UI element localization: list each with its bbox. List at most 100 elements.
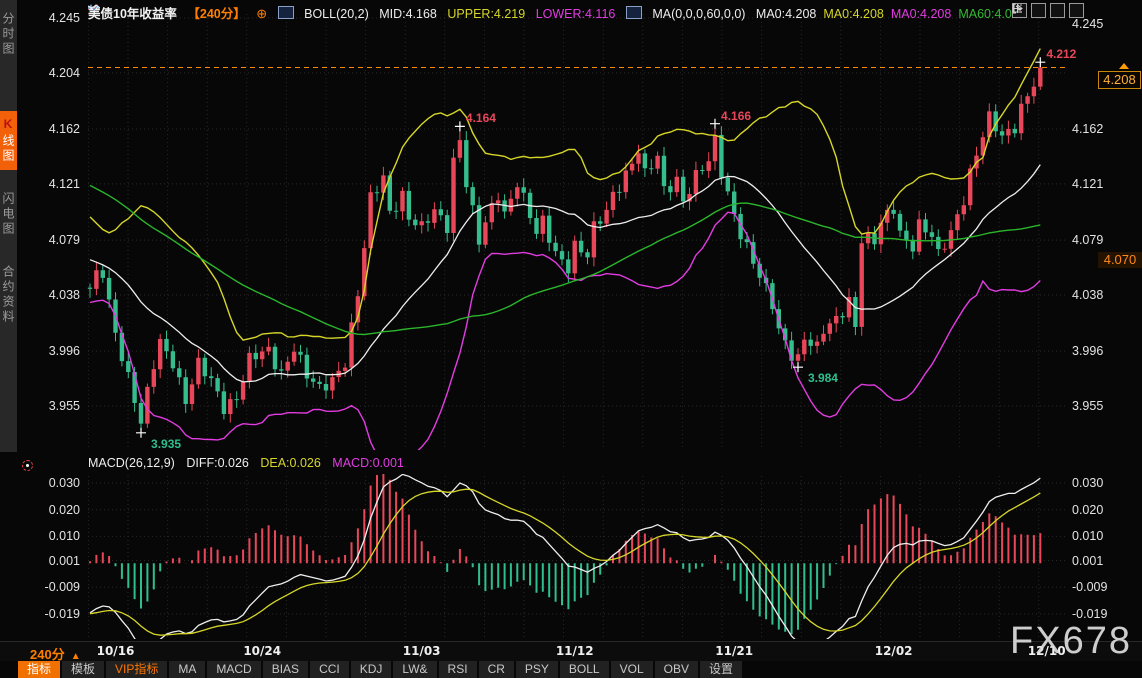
- swing-point-crosses: [136, 57, 1045, 438]
- macd-settings-icon[interactable]: [22, 460, 33, 471]
- price-axis-left-label-2: 4.162: [28, 122, 80, 136]
- swing-label-3.984: 3.984: [808, 371, 838, 385]
- price-axis-right-label-1: 4.162: [1072, 122, 1134, 136]
- scale-price-axis-icon[interactable]: [1031, 3, 1046, 18]
- macd-axis-left-label-1: 0.020: [28, 503, 80, 517]
- macd-label-row: MACD(26,12,9) DIFF:0.026 DEA:0.026 MACD:…: [88, 456, 412, 470]
- toolbar-item-CCI[interactable]: CCI: [310, 661, 349, 678]
- date-label-5: 12/02: [875, 644, 913, 658]
- macd-name: MACD(26,12,9): [88, 456, 175, 470]
- time-axis: 240分▲ 10/1610/2411/0311/1211/2112/0212/1…: [0, 641, 1142, 661]
- toolbar-item-LW&[interactable]: LW&: [393, 661, 436, 678]
- macd-pane: [90, 469, 1040, 650]
- date-label-0: 10/16: [97, 644, 135, 658]
- toolbar-item-MA[interactable]: MA: [169, 661, 205, 678]
- macd-axis-left-label-2: 0.010: [28, 529, 80, 543]
- instrument-title: 美债10年收益率: [88, 7, 177, 21]
- macd-macd-value: MACD:0.001: [332, 456, 404, 470]
- scale-time-axis-icon[interactable]: [1050, 3, 1065, 18]
- macd-axis-right-label-1: 0.020: [1072, 503, 1134, 517]
- boll-name: BOLL(20,2): [304, 7, 369, 21]
- macd-diff-value: DIFF:0.026: [186, 456, 249, 470]
- macd-histogram: [90, 469, 1040, 634]
- price-up-arrow-icon: [1119, 63, 1129, 69]
- macd-axis-right-label-4: -0.009: [1072, 580, 1134, 594]
- chart-canvas[interactable]: [0, 0, 1142, 678]
- toolbar-item-CR[interactable]: CR: [479, 661, 514, 678]
- swing-label-3.935: 3.935: [151, 437, 181, 451]
- toolbar-item-OBV[interactable]: OBV: [655, 661, 698, 678]
- price-axis-right-label-4: 4.038: [1072, 288, 1134, 302]
- swing-label-4.164: 4.164: [466, 111, 496, 125]
- left-tab-strip: 分时图 K线图闪电图合约资料: [0, 0, 17, 452]
- toolbar-item-BIAS[interactable]: BIAS: [263, 661, 308, 678]
- last-price-badge: 4.208: [1098, 71, 1141, 89]
- date-label-3: 11/12: [556, 644, 594, 658]
- macd-axis-right-label-3: 0.001: [1072, 554, 1134, 568]
- date-label-1: 10/24: [243, 644, 281, 658]
- toolbar-item-RSI[interactable]: RSI: [439, 661, 477, 678]
- toolbar-item-VOL[interactable]: VOL: [611, 661, 653, 678]
- boll-mini-chart-icon: [278, 6, 294, 19]
- toolbar-item-VIP指标[interactable]: VIP指标: [106, 661, 167, 678]
- boll-upper-value: UPPER:4.219: [447, 7, 525, 21]
- sidebar-tab-3[interactable]: 合约资料: [0, 259, 17, 331]
- price-axis-right-label-3: 4.079: [1072, 233, 1134, 247]
- reference-price-badge: 4.070: [1098, 252, 1142, 268]
- chart-window-controls: [1012, 3, 1084, 18]
- swing-label-4.166: 4.166: [721, 109, 751, 123]
- price-axis-left-label-6: 3.996: [28, 344, 80, 358]
- period-tag: 【240分】: [187, 7, 245, 21]
- macd-axis-right-label-5: -0.019: [1072, 607, 1134, 621]
- price-axis-left-label-0: 4.245: [28, 11, 80, 25]
- macd-dea-value: DEA:0.026: [260, 456, 320, 470]
- sidebar-tab-2[interactable]: 闪电图: [0, 186, 17, 243]
- price-axis-left-label-3: 4.121: [28, 177, 80, 191]
- indicator-toolbar: 指标模板VIP指标MAMACDBIASCCIKDJLW&RSICRPSYBOLL…: [18, 661, 742, 678]
- macd-axis-left-label-5: -0.019: [28, 607, 80, 621]
- price-axis-right-label-6: 3.955: [1072, 399, 1134, 413]
- toolbar-item-指标[interactable]: 指标: [18, 661, 60, 678]
- ma-value-3: MA60:4.0: [958, 7, 1012, 21]
- toolbar-item-BOLL[interactable]: BOLL: [560, 661, 609, 678]
- ma-value-2: MA0:4.208: [891, 7, 951, 21]
- ma-value-1: MA0:4.208: [823, 7, 883, 21]
- macd-axis-left-label-3: 0.001: [28, 554, 80, 568]
- price-axis-left-label-4: 4.079: [28, 233, 80, 247]
- boll-mid-value: MID:4.168: [379, 7, 437, 21]
- main-pane: [88, 49, 1066, 468]
- candlestick-layer: [88, 62, 1043, 433]
- date-label-2: 11/03: [403, 644, 441, 658]
- period-label: 240分: [30, 647, 65, 662]
- price-axis-right-label-2: 4.121: [1072, 177, 1134, 191]
- macd-axis-right-label-2: 0.010: [1072, 529, 1134, 543]
- boll-ma-lines: [90, 49, 1040, 468]
- exit-chart-icon[interactable]: [1069, 3, 1084, 18]
- trading-app: 分时图 K线图闪电图合约资料 美债10年收益率 【240分】 ⊕ BOLL(20,…: [0, 0, 1142, 678]
- ma-name: MA(0,0,0,60,0,0): [652, 7, 745, 21]
- ma-values: MA0:4.208 MA0:4.208 MA0:4.208 MA60:4.0: [756, 7, 1019, 21]
- toolbar-item-模板[interactable]: 模板: [62, 661, 104, 678]
- toolbar-item-PSY[interactable]: PSY: [516, 661, 558, 678]
- date-label-4: 11/21: [715, 644, 753, 658]
- macd-axis-left-label-0: 0.030: [28, 476, 80, 490]
- price-axis-right-label-5: 3.996: [1072, 344, 1134, 358]
- price-axis-left-label-1: 4.204: [28, 66, 80, 80]
- toolbar-item-设置[interactable]: 设置: [700, 661, 742, 678]
- toolbar-item-MACD[interactable]: MACD: [207, 661, 260, 678]
- ma-mini-chart-icon: [626, 6, 642, 19]
- boll-lower-value: LOWER:4.116: [536, 7, 616, 21]
- add-indicator-icon[interactable]: ⊕: [256, 6, 267, 21]
- price-axis-left-label-7: 3.955: [28, 399, 80, 413]
- chart-header: 美债10年收益率 【240分】 ⊕ BOLL(20,2) MID:4.168 U…: [88, 3, 1026, 19]
- price-axis-left-label-5: 4.038: [28, 288, 80, 302]
- sidebar-tab-1[interactable]: K线图: [0, 111, 17, 170]
- toolbar-item-KDJ[interactable]: KDJ: [351, 661, 392, 678]
- watermark: FX678: [1010, 620, 1132, 663]
- ma-value-0: MA0:4.208: [756, 7, 816, 21]
- macd-axis-right-label-0: 0.030: [1072, 476, 1134, 490]
- macd-axis-left-label-4: -0.009: [28, 580, 80, 594]
- sidebar-tab-0[interactable]: 分时图: [0, 6, 17, 63]
- price-axis-right-label-0: 4.245: [1072, 17, 1134, 31]
- swing-label-4.212: 4.212: [1046, 47, 1076, 61]
